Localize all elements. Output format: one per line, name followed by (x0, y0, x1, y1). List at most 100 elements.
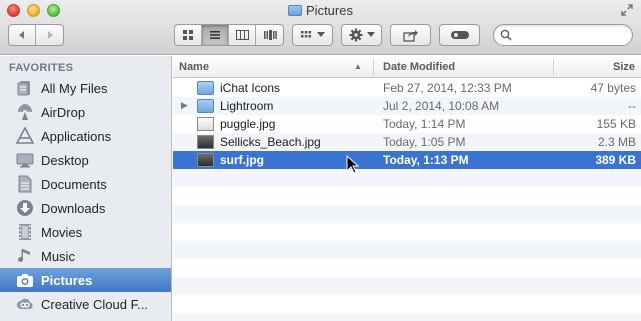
column-header-name[interactable]: Name (179, 61, 209, 73)
sidebar-item-label: All My Files (41, 80, 108, 96)
view-mode-group (174, 24, 284, 46)
sidebar-item-downloads[interactable]: Downloads (0, 196, 171, 220)
sidebar-item-pictures[interactable]: Pictures (0, 268, 171, 292)
file-size: 47 bytes (590, 81, 636, 95)
fullscreen-icon[interactable] (621, 4, 633, 16)
sidebar-item-desktop[interactable]: Desktop (0, 148, 171, 172)
sidebar-item-airdrop[interactable]: AirDrop (0, 100, 171, 124)
file-name: iChat Icons (220, 81, 281, 95)
sidebar-item-label: Music (41, 248, 75, 264)
list-view-button[interactable] (202, 25, 229, 45)
list-view-icon (210, 31, 220, 39)
empty-row (173, 295, 641, 313)
mouse-pointer-icon (346, 154, 360, 177)
back-forward-group (8, 24, 64, 46)
back-button[interactable] (9, 25, 36, 45)
creative-cloud-icon (15, 295, 35, 313)
sidebar-item-label: Downloads (41, 200, 106, 216)
sidebar: FAVORITES All My Files AirDrop Applicati… (0, 56, 172, 321)
tag-toggle-icon (450, 31, 469, 39)
column-divider[interactable] (373, 59, 374, 75)
camera-icon (15, 271, 35, 289)
search-input[interactable] (514, 27, 626, 43)
file-name: Lightroom (220, 99, 274, 113)
file-date: Jul 2, 2014, 10:08 AM (383, 99, 500, 113)
window-title-text: Pictures (306, 3, 353, 18)
search-field[interactable] (493, 24, 633, 46)
search-icon (500, 29, 512, 41)
empty-row (173, 259, 641, 277)
empty-row (173, 205, 641, 223)
image-file-icon (197, 117, 214, 131)
folder-icon (288, 5, 303, 16)
window-title: Pictures (0, 3, 641, 18)
forward-arrow-icon (47, 31, 53, 39)
file-row-sellicks-beach[interactable]: Sellicks_Beach.jpg Today, 1:05 PM 2.3 MB (173, 133, 641, 151)
file-row-puggle[interactable]: puggle.jpg Today, 1:14 PM 155 KB (173, 115, 641, 133)
chevron-down-icon (317, 32, 325, 37)
sidebar-item-music[interactable]: Music (0, 244, 171, 268)
file-size: -- (628, 99, 636, 113)
file-size: 2.3 MB (597, 135, 636, 149)
sidebar-item-movies[interactable]: Movies (0, 220, 171, 244)
tags-button[interactable] (439, 24, 480, 46)
chevron-down-icon (366, 32, 375, 37)
column-divider[interactable] (553, 59, 554, 75)
file-size: 155 KB (596, 117, 636, 131)
applications-icon (15, 127, 35, 145)
empty-row (173, 187, 641, 205)
sidebar-item-label: Creative Cloud F... (41, 296, 148, 312)
sidebar-item-label: Desktop (41, 152, 89, 168)
file-size: 389 KB (595, 153, 636, 167)
arrange-button[interactable] (292, 24, 333, 46)
sidebar-item-documents[interactable]: Documents (0, 172, 171, 196)
empty-row (173, 169, 641, 187)
column-view-button[interactable] (229, 25, 256, 45)
sidebar-item-label: Documents (41, 176, 107, 192)
empty-row (173, 313, 641, 321)
back-arrow-icon (19, 31, 24, 39)
gear-icon (349, 28, 362, 42)
downloads-icon (15, 199, 35, 217)
sidebar-item-label: Applications (41, 128, 112, 144)
documents-icon (15, 175, 35, 193)
all-files-icon (15, 79, 35, 97)
empty-row (173, 223, 641, 241)
sort-ascending-icon: ▲ (354, 62, 362, 71)
column-header-date-modified[interactable]: Date Modified (383, 61, 455, 73)
sidebar-item-all-my-files[interactable]: All My Files (0, 76, 171, 100)
window-toolbar: Pictures (0, 0, 641, 55)
file-row-surf[interactable]: surf.jpg Today, 1:13 PM 389 KB (173, 151, 641, 169)
cover-flow-view-button[interactable] (256, 25, 283, 45)
file-date: Feb 27, 2014, 12:33 PM (383, 81, 512, 95)
icon-view-icon (183, 30, 193, 40)
sidebar-item-creative-cloud[interactable]: Creative Cloud F... (0, 292, 171, 316)
sidebar-heading-favorites: FAVORITES (9, 62, 74, 74)
folder-icon (197, 99, 214, 113)
arrange-grid-icon (301, 31, 311, 38)
file-name: puggle.jpg (220, 117, 276, 131)
movies-icon (15, 223, 35, 241)
column-view-icon (235, 30, 249, 40)
icon-view-button[interactable] (175, 25, 202, 45)
file-name: surf.jpg (220, 153, 264, 167)
file-row-lightroom[interactable]: ▶ Lightroom Jul 2, 2014, 10:08 AM -- (173, 97, 641, 115)
disclosure-triangle-icon[interactable]: ▶ (181, 100, 188, 111)
file-name: Sellicks_Beach.jpg (220, 135, 321, 149)
sidebar-item-applications[interactable]: Applications (0, 124, 171, 148)
action-button[interactable] (341, 24, 382, 46)
column-header-size[interactable]: Size (613, 61, 635, 73)
file-date: Today, 1:14 PM (383, 117, 466, 131)
desktop-icon (15, 151, 35, 169)
file-date: Today, 1:13 PM (383, 153, 469, 167)
file-row-ichat-icons[interactable]: iChat Icons Feb 27, 2014, 12:33 PM 47 by… (173, 79, 641, 97)
file-list: Name ▲ Date Modified Size iChat Icons Fe… (173, 56, 641, 321)
forward-button[interactable] (36, 25, 63, 45)
file-date: Today, 1:05 PM (383, 135, 466, 149)
share-icon (402, 29, 418, 42)
image-file-icon (197, 153, 214, 167)
sidebar-item-label: AirDrop (41, 104, 86, 120)
empty-row (173, 241, 641, 259)
image-file-icon (197, 135, 214, 149)
share-button[interactable] (390, 24, 431, 46)
